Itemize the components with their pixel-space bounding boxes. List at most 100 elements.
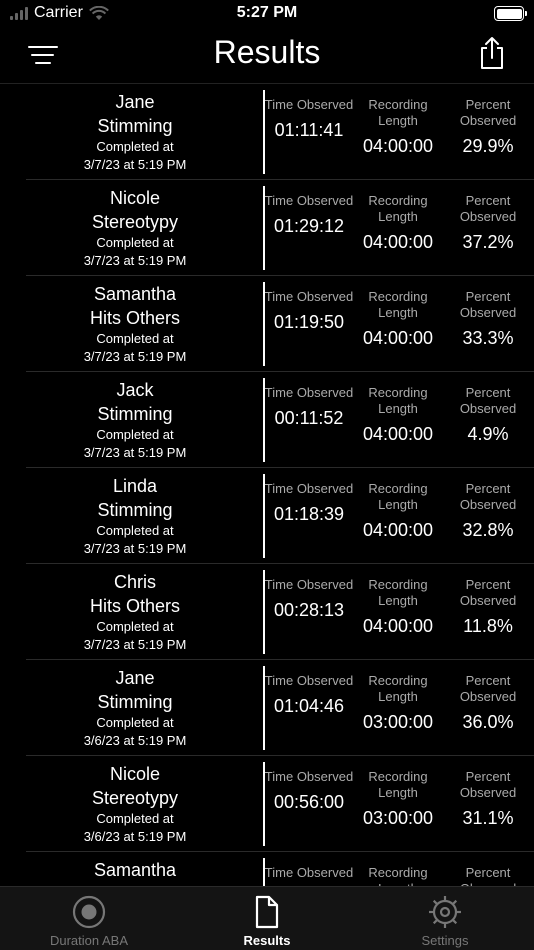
percent-observed-metric: Percent Observed 33.3% (443, 289, 533, 350)
tab-label: Results (243, 933, 291, 948)
percent-observed-value: 11.8% (463, 616, 513, 636)
result-row[interactable]: Jack Stimming Completed at 3/7/23 at 5:19 P… (0, 372, 534, 468)
percent-observed-metric: Percent Observed 29.9% (443, 97, 533, 158)
percent-observed-value: 36.0% (462, 712, 514, 732)
percent-observed-value: 31.1% (462, 808, 514, 828)
results-list[interactable]: Jane Stimming Completed at 3/7/23 at 5:19 P… (0, 84, 534, 886)
metric-label: Recording Length (368, 673, 428, 704)
result-row[interactable]: Nicole Stereotypy Completed at 3/7/23 at 5:… (0, 180, 534, 276)
percent-observed-metric: Percent Observed 31.1% (443, 769, 533, 830)
result-row[interactable]: Samantha Hits Others Completed at 3/7/23 at… (0, 276, 534, 372)
recording-length-metric: Recording Length 04:00:00 (353, 193, 443, 254)
metric-label: Time Observed (264, 865, 354, 880)
metric-label: Recording Length (368, 385, 428, 416)
result-row[interactable]: Nicole Stereotypy Completed at 3/6/23 at 5:… (0, 756, 534, 852)
session-info: Jane Stimming Completed at 3/7/23 at 5:19 P… (26, 90, 244, 174)
metric-label: Percent Observed (459, 289, 517, 320)
metric-label: Recording Length (368, 865, 428, 886)
time-observed-value: 01:19:50 (273, 312, 345, 332)
recording-length-value: 03:00:00 (362, 808, 434, 828)
client-name: Jane (115, 92, 155, 112)
completed-label: Completed at (96, 715, 174, 730)
completed-date: 3/6/23 at 5:19 PM (83, 733, 187, 748)
behavior-name: Hits Others (89, 596, 181, 616)
recording-length-value: 04:00:00 (362, 616, 434, 636)
recording-length-value: 03:00:00 (362, 712, 434, 732)
time-observed-value: 00:28:13 (273, 600, 345, 620)
session-info: Samantha Hits Others Completed at 3/7/23 at… (26, 282, 244, 366)
recording-length-value: 04:00:00 (362, 328, 434, 348)
percent-observed-value: 4.9% (467, 424, 509, 444)
tab-settings[interactable]: Settings (356, 887, 534, 950)
metric-label: Percent Observed (459, 673, 517, 704)
time-observed-metric: Time Observed (264, 865, 354, 886)
tab-label: Duration ABA (49, 933, 129, 948)
tab-results[interactable]: Results (178, 887, 356, 950)
time-observed-value: 00:11:52 (274, 408, 344, 428)
page-title: Results (213, 34, 321, 70)
metric-label: Recording Length (368, 481, 428, 512)
client-name: Samantha (93, 860, 177, 880)
tab-duration-aba[interactable]: Duration ABA (0, 887, 178, 950)
client-name: Samantha (93, 284, 177, 304)
time-observed-metric: Time Observed 00:11:52 (264, 385, 354, 430)
metric-label: Time Observed (264, 577, 354, 592)
recording-length-value: 04:00:00 (362, 136, 434, 156)
screen: Carrier 5:27 PM Results Jane Stimming Comp… (0, 0, 534, 950)
metric-label: Percent Observed (459, 769, 517, 800)
share-button[interactable] (478, 36, 506, 70)
behavior-name: Stimming (97, 404, 173, 424)
document-icon (255, 895, 279, 929)
metric-label: Percent Observed (459, 97, 517, 128)
time-observed-value: 01:29:12 (273, 216, 345, 236)
time-observed-metric: Time Observed 01:11:41 (264, 97, 354, 142)
behavior-name: Stimming (97, 500, 173, 520)
result-row[interactable]: Jane Stimming Completed at 3/6/23 at 5:19 P… (0, 660, 534, 756)
completed-label: Completed at (96, 235, 174, 250)
time-observed-value: 01:04:46 (273, 696, 345, 716)
completed-label: Completed at (96, 331, 174, 346)
percent-observed-metric: Percent Observed 11.8% (443, 577, 533, 638)
time-observed-metric: Time Observed 01:19:50 (264, 289, 354, 334)
metric-label: Time Observed (264, 673, 354, 688)
metric-label: Percent Observed (459, 385, 517, 416)
session-info: Jack Stimming Completed at 3/7/23 at 5:19 P… (26, 378, 244, 462)
completed-date: 3/7/23 at 5:19 PM (83, 445, 187, 460)
metric-label: Time Observed (264, 97, 354, 112)
metric-label: Percent Observed (459, 481, 517, 512)
client-name: Nicole (109, 764, 161, 784)
percent-observed-value: 37.2% (462, 232, 514, 252)
result-row[interactable]: SamanthaHits Others Time Observed Recordin… (0, 852, 534, 886)
metric-label: Time Observed (264, 385, 354, 400)
tab-label: Settings (421, 933, 469, 948)
metric-label: Time Observed (264, 769, 354, 784)
session-info: Linda Stimming Completed at 3/7/23 at 5:19 … (26, 474, 244, 558)
recording-length-value: 04:00:00 (362, 424, 434, 444)
result-row[interactable]: Chris Hits Others Completed at 3/7/23 at 5:… (0, 564, 534, 660)
percent-observed-metric: Percent Observed (443, 865, 533, 886)
percent-observed-metric: Percent Observed 32.8% (443, 481, 533, 542)
recording-length-metric: Recording Length 03:00:00 (353, 769, 443, 830)
metric-label: Time Observed (264, 289, 354, 304)
client-name: Chris (113, 572, 156, 592)
result-row[interactable]: Linda Stimming Completed at 3/7/23 at 5:19 … (0, 468, 534, 564)
behavior-name: Stereotypy (91, 788, 179, 808)
time-observed-value: 00:56:00 (273, 792, 345, 812)
time-observed-metric: Time Observed 01:29:12 (264, 193, 354, 238)
completed-date: 3/7/23 at 5:19 PM (83, 637, 187, 652)
session-info: Nicole Stereotypy Completed at 3/7/23 at 5:… (26, 186, 244, 270)
time-observed-metric: Time Observed 00:28:13 (264, 577, 354, 622)
time-observed-metric: Time Observed 01:04:46 (264, 673, 354, 718)
percent-observed-value: 33.3% (462, 328, 514, 348)
completed-date: 3/7/23 at 5:19 PM (83, 157, 187, 172)
session-info: SamanthaHits Others (26, 858, 244, 886)
metric-label: Recording Length (368, 769, 428, 800)
result-row[interactable]: Jane Stimming Completed at 3/7/23 at 5:19 P… (0, 84, 534, 180)
time-observed-metric: Time Observed 01:18:39 (264, 481, 354, 526)
session-info: Nicole Stereotypy Completed at 3/6/23 at 5:… (26, 762, 244, 846)
time-observed-value: 01:11:41 (274, 120, 344, 140)
completed-date: 3/7/23 at 5:19 PM (83, 541, 187, 556)
completed-label: Completed at (96, 811, 174, 826)
time-observed-metric: Time Observed 00:56:00 (264, 769, 354, 814)
completed-label: Completed at (96, 523, 174, 538)
